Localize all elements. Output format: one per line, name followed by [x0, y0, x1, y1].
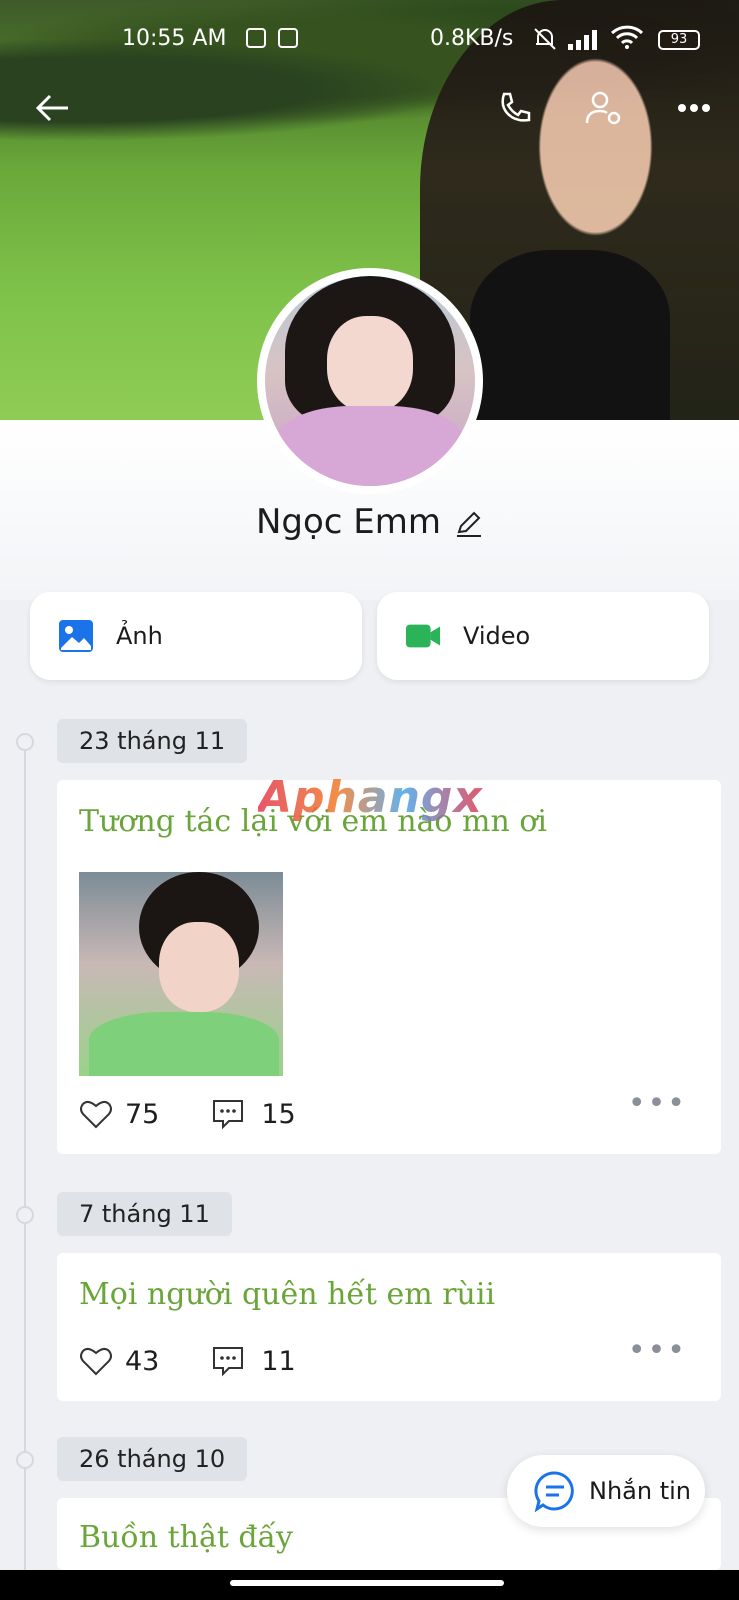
more-button[interactable]: [672, 86, 716, 130]
call-button[interactable]: [492, 86, 536, 130]
avatar[interactable]: [265, 276, 475, 486]
arrow-left-icon: [35, 94, 68, 122]
post-more-button[interactable]: •••: [628, 1086, 687, 1121]
comment-icon[interactable]: [211, 1344, 245, 1378]
profile-name-row: Ngọc Emm: [0, 502, 739, 542]
post-date: 7 tháng 11: [57, 1192, 232, 1236]
back-button[interactable]: [30, 86, 74, 130]
comment-icon[interactable]: [211, 1097, 245, 1131]
post-card[interactable]: Tương tác lại với em nào mn ơi 75 15 •••: [57, 780, 721, 1154]
home-handle[interactable]: [230, 1580, 504, 1586]
watermark: Aphangx: [258, 772, 483, 823]
image-icon: [59, 620, 93, 652]
avatar-frame[interactable]: [257, 268, 483, 494]
user-settings-icon: [585, 91, 621, 125]
timeline-line: [24, 740, 26, 1600]
chat-bubble-icon: [534, 1471, 574, 1513]
avatar-face: [327, 316, 413, 412]
post-caption: Buồn thật đấy: [79, 1520, 293, 1555]
app-notification-icon: [278, 28, 298, 48]
profile-name: Ngọc Emm: [255, 502, 442, 542]
likes-count: 75: [125, 1098, 160, 1130]
comments-count: 15: [261, 1098, 296, 1130]
post-more-button[interactable]: •••: [628, 1333, 687, 1368]
wifi-icon: [610, 25, 644, 49]
network-speed: 0.8KB/s: [430, 26, 514, 51]
edit-icon[interactable]: [455, 510, 483, 538]
status-time: 10:55 AM: [122, 26, 227, 51]
post-date: 23 tháng 11: [57, 719, 248, 763]
video-camera-icon: [405, 624, 441, 648]
battery-icon: 93: [658, 30, 700, 50]
timeline-dot: [16, 733, 34, 751]
post-stats: 75 15: [79, 1094, 296, 1134]
heart-icon[interactable]: [79, 1097, 113, 1131]
photos-label: Ảnh: [116, 622, 163, 650]
more-horizontal-icon: [678, 104, 710, 112]
avatar-top: [275, 406, 465, 486]
comments-count: 11: [261, 1345, 296, 1377]
photo-face: [159, 922, 239, 1012]
video-label: Video: [463, 622, 531, 650]
timeline-dot: [16, 1206, 34, 1224]
status-bar: 10:55 AM 0.8KB/s 93: [0, 24, 739, 56]
likes-count: 43: [125, 1345, 160, 1377]
signal-icon: [568, 28, 600, 50]
message-label: Nhắn tin: [589, 1477, 691, 1505]
photo-top: [89, 1012, 279, 1076]
phone-icon: [501, 92, 531, 122]
post-photo[interactable]: [79, 872, 283, 1076]
photos-button[interactable]: Ảnh: [30, 592, 362, 680]
video-button[interactable]: Video: [377, 592, 709, 680]
post-date: 26 tháng 10: [57, 1437, 248, 1481]
profile-settings-button[interactable]: [582, 86, 626, 130]
post-stats: 43 11: [79, 1341, 296, 1381]
message-button[interactable]: Nhắn tin: [507, 1455, 705, 1527]
cover-dress: [470, 250, 670, 420]
heart-icon[interactable]: [79, 1344, 113, 1378]
post-card[interactable]: Mọi người quên hết em rùii 43 11 •••: [57, 1253, 721, 1401]
post-caption: Mọi người quên hết em rùii: [79, 1277, 496, 1312]
mute-icon: [534, 28, 556, 50]
timeline-dot: [16, 1451, 34, 1469]
notification-icon: [246, 28, 266, 48]
system-nav-bar: [0, 1570, 739, 1600]
